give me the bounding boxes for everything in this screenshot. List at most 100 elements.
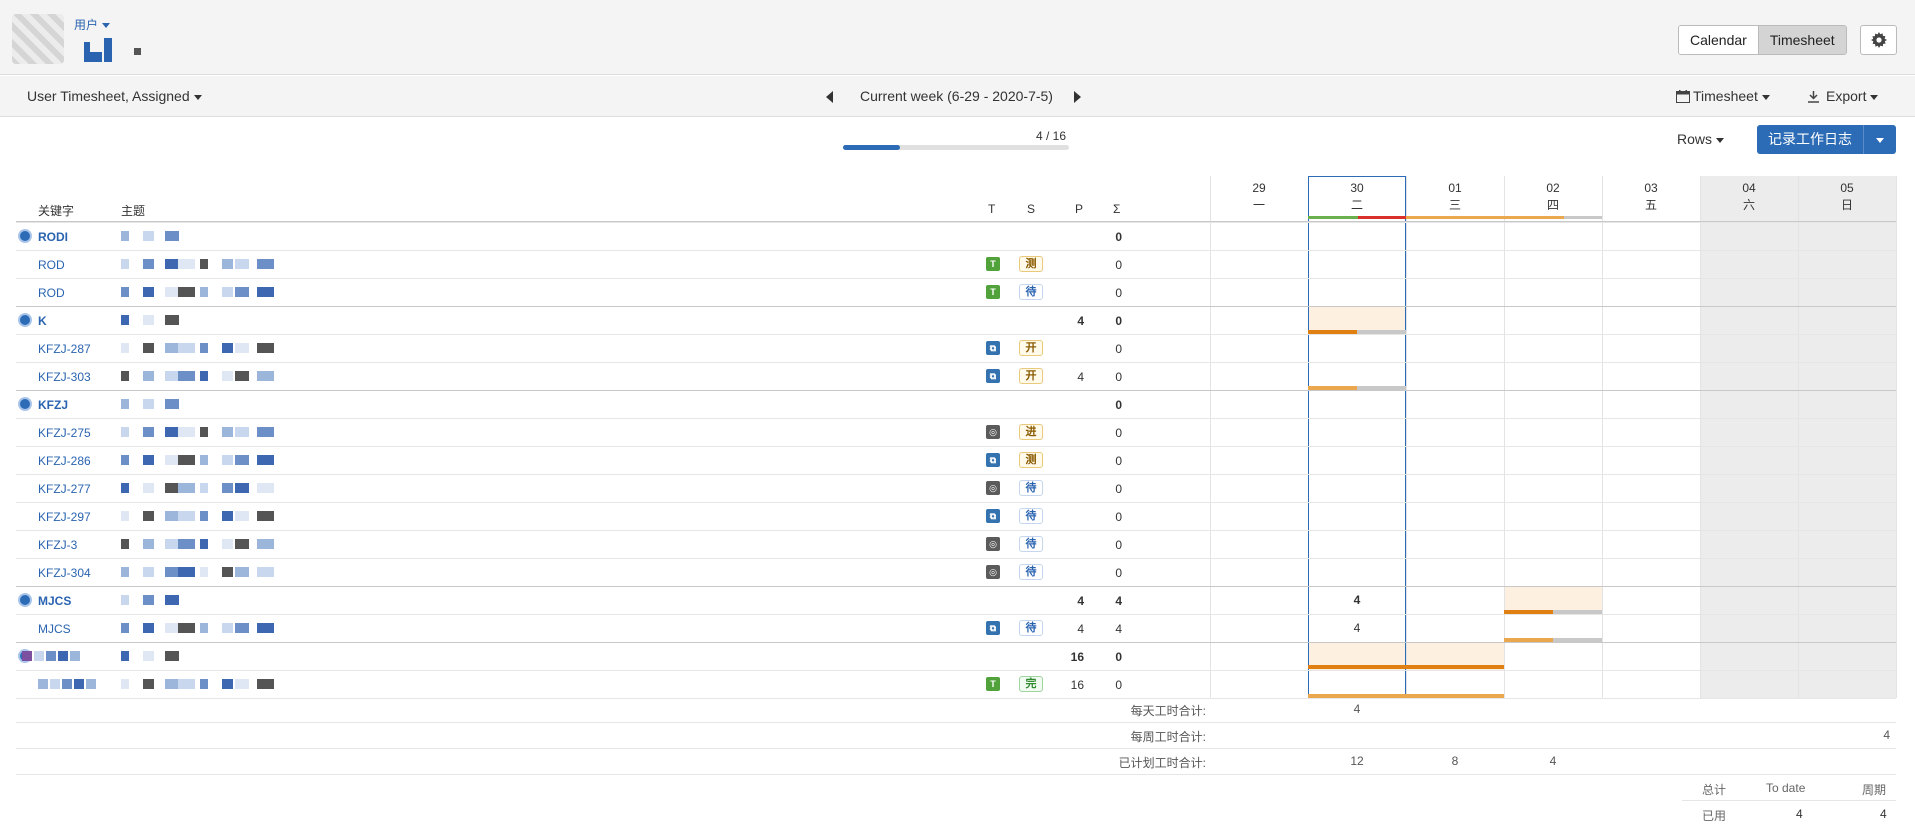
planned-total-label: 已计划工时合计: bbox=[1118, 756, 1206, 770]
status-badge: 进 bbox=[1019, 424, 1043, 440]
status-badge: 完 bbox=[1019, 676, 1043, 692]
footer-period-value: 4 bbox=[1880, 807, 1887, 821]
logged-sum-value: 4 bbox=[1115, 622, 1122, 636]
project-key-link[interactable]: K bbox=[38, 314, 47, 328]
issue-key-link[interactable]: KFZJ-277 bbox=[38, 482, 91, 496]
day-date: 03 bbox=[1644, 181, 1658, 195]
capacity-bar bbox=[1406, 216, 1504, 219]
row-divider bbox=[16, 670, 1896, 671]
redacted-summary[interactable] bbox=[121, 679, 291, 689]
status-badge: 测 bbox=[1019, 452, 1043, 468]
planned-value: 4 bbox=[1077, 314, 1084, 328]
redacted-summary[interactable] bbox=[121, 511, 291, 521]
project-icon bbox=[18, 397, 32, 411]
day-column-divider bbox=[1700, 176, 1701, 698]
redacted-summary[interactable] bbox=[121, 259, 291, 269]
day-header[interactable]: 30 二 bbox=[1308, 180, 1406, 214]
logged-sum-value: 0 bbox=[1115, 454, 1122, 468]
issue-key-link[interactable]: ROD bbox=[38, 258, 65, 272]
issue-key-link[interactable]: KFZJ-3 bbox=[38, 538, 77, 552]
issue-key-link[interactable]: KFZJ-287 bbox=[38, 342, 91, 356]
status-badge: 待 bbox=[1019, 536, 1043, 552]
day-weekday: 二 bbox=[1350, 198, 1363, 212]
issue-key-link[interactable]: MJCS bbox=[38, 622, 71, 636]
footer-to-date-value: 4 bbox=[1796, 807, 1803, 821]
redacted-summary[interactable] bbox=[121, 371, 291, 381]
summary-divider bbox=[16, 748, 1896, 749]
issue-type-icon: ◎ bbox=[986, 537, 1000, 551]
redacted-summary[interactable] bbox=[121, 623, 291, 633]
day-column-divider bbox=[1602, 176, 1603, 698]
day-date: 05 bbox=[1840, 181, 1854, 195]
subtask-type-icon: ⧉ bbox=[986, 369, 1000, 383]
footer-col-to-date: To date bbox=[1766, 781, 1806, 795]
redacted-summary[interactable] bbox=[121, 651, 291, 661]
redacted-summary[interactable] bbox=[121, 287, 291, 297]
weekend-column bbox=[1700, 176, 1798, 698]
issue-type-icon: ◎ bbox=[986, 481, 1000, 495]
redacted-summary[interactable] bbox=[121, 315, 291, 325]
row-divider bbox=[16, 418, 1896, 419]
redacted-summary[interactable] bbox=[121, 539, 291, 549]
planned-value: 4 bbox=[1077, 594, 1084, 608]
row-divider bbox=[16, 502, 1896, 503]
day-header[interactable]: 29 一 bbox=[1210, 180, 1308, 214]
today-column-outline bbox=[1308, 176, 1406, 698]
overload-bar bbox=[1358, 216, 1407, 219]
redacted-summary[interactable] bbox=[121, 483, 291, 493]
day-header[interactable]: 05 日 bbox=[1798, 180, 1896, 214]
logged-sum-value: 4 bbox=[1115, 594, 1122, 608]
planned-value: 16 bbox=[1070, 650, 1084, 664]
day-header[interactable]: 02 四 bbox=[1504, 180, 1602, 214]
day-weekday: 日 bbox=[1840, 198, 1853, 212]
redacted-summary[interactable] bbox=[121, 595, 291, 605]
row-divider bbox=[16, 222, 1896, 223]
redacted-summary[interactable] bbox=[121, 343, 291, 353]
planned-total-value: 8 bbox=[1451, 754, 1459, 768]
logged-sum-value: 0 bbox=[1115, 314, 1122, 328]
row-divider bbox=[16, 362, 1896, 363]
column-header-key: 关键字 bbox=[38, 204, 75, 218]
project-key-link[interactable]: MJCS bbox=[38, 594, 71, 608]
day-date: 30 bbox=[1350, 181, 1364, 195]
day-header[interactable]: 01 三 bbox=[1406, 180, 1504, 214]
day-cell-value[interactable]: 4 bbox=[1308, 593, 1406, 607]
redacted-summary[interactable] bbox=[121, 455, 291, 465]
planned-total-value: 12 bbox=[1350, 754, 1364, 768]
row-divider bbox=[16, 278, 1896, 279]
project-key-link[interactable]: RODI bbox=[38, 230, 68, 244]
issue-key-link[interactable]: KFZJ-286 bbox=[38, 454, 91, 468]
redacted-summary[interactable] bbox=[121, 231, 291, 241]
day-weekday: 五 bbox=[1644, 198, 1657, 212]
planned-bar bbox=[1357, 330, 1406, 334]
planned-bar bbox=[1504, 610, 1553, 614]
day-date: 04 bbox=[1742, 181, 1756, 195]
issue-key-link[interactable]: KFZJ-297 bbox=[38, 510, 91, 524]
day-cell-value[interactable]: 4 bbox=[1308, 621, 1406, 635]
subtask-type-icon: ⧉ bbox=[986, 453, 1000, 467]
redacted-summary[interactable] bbox=[121, 399, 291, 409]
logged-sum-value: 0 bbox=[1115, 286, 1122, 300]
subtask-type-icon: ⧉ bbox=[986, 509, 1000, 523]
logged-sum-value: 0 bbox=[1115, 538, 1122, 552]
redacted-key bbox=[22, 651, 82, 661]
day-date: 01 bbox=[1448, 181, 1462, 195]
issue-key-link[interactable]: KFZJ-304 bbox=[38, 566, 91, 580]
footer-col-period: 周期 bbox=[1862, 783, 1887, 797]
task-type-icon: T bbox=[986, 285, 1000, 299]
issue-type-icon: ◎ bbox=[986, 425, 1000, 439]
day-header[interactable]: 03 五 bbox=[1602, 180, 1700, 214]
row-divider bbox=[16, 250, 1896, 251]
redacted-summary[interactable] bbox=[121, 567, 291, 577]
issue-key-link[interactable]: ROD bbox=[38, 286, 65, 300]
day-header[interactable]: 04 六 bbox=[1700, 180, 1798, 214]
issue-key-link[interactable]: KFZJ-303 bbox=[38, 370, 91, 384]
capacity-bar bbox=[1504, 216, 1564, 219]
summary-divider bbox=[16, 722, 1896, 723]
issue-key-link[interactable]: KFZJ-275 bbox=[38, 426, 91, 440]
logged-sum-value: 0 bbox=[1115, 650, 1122, 664]
footer-row-label: 已用 bbox=[1702, 809, 1727, 823]
project-key-link[interactable]: KFZJ bbox=[38, 398, 68, 412]
logged-sum-value: 0 bbox=[1115, 510, 1122, 524]
redacted-summary[interactable] bbox=[121, 427, 291, 437]
